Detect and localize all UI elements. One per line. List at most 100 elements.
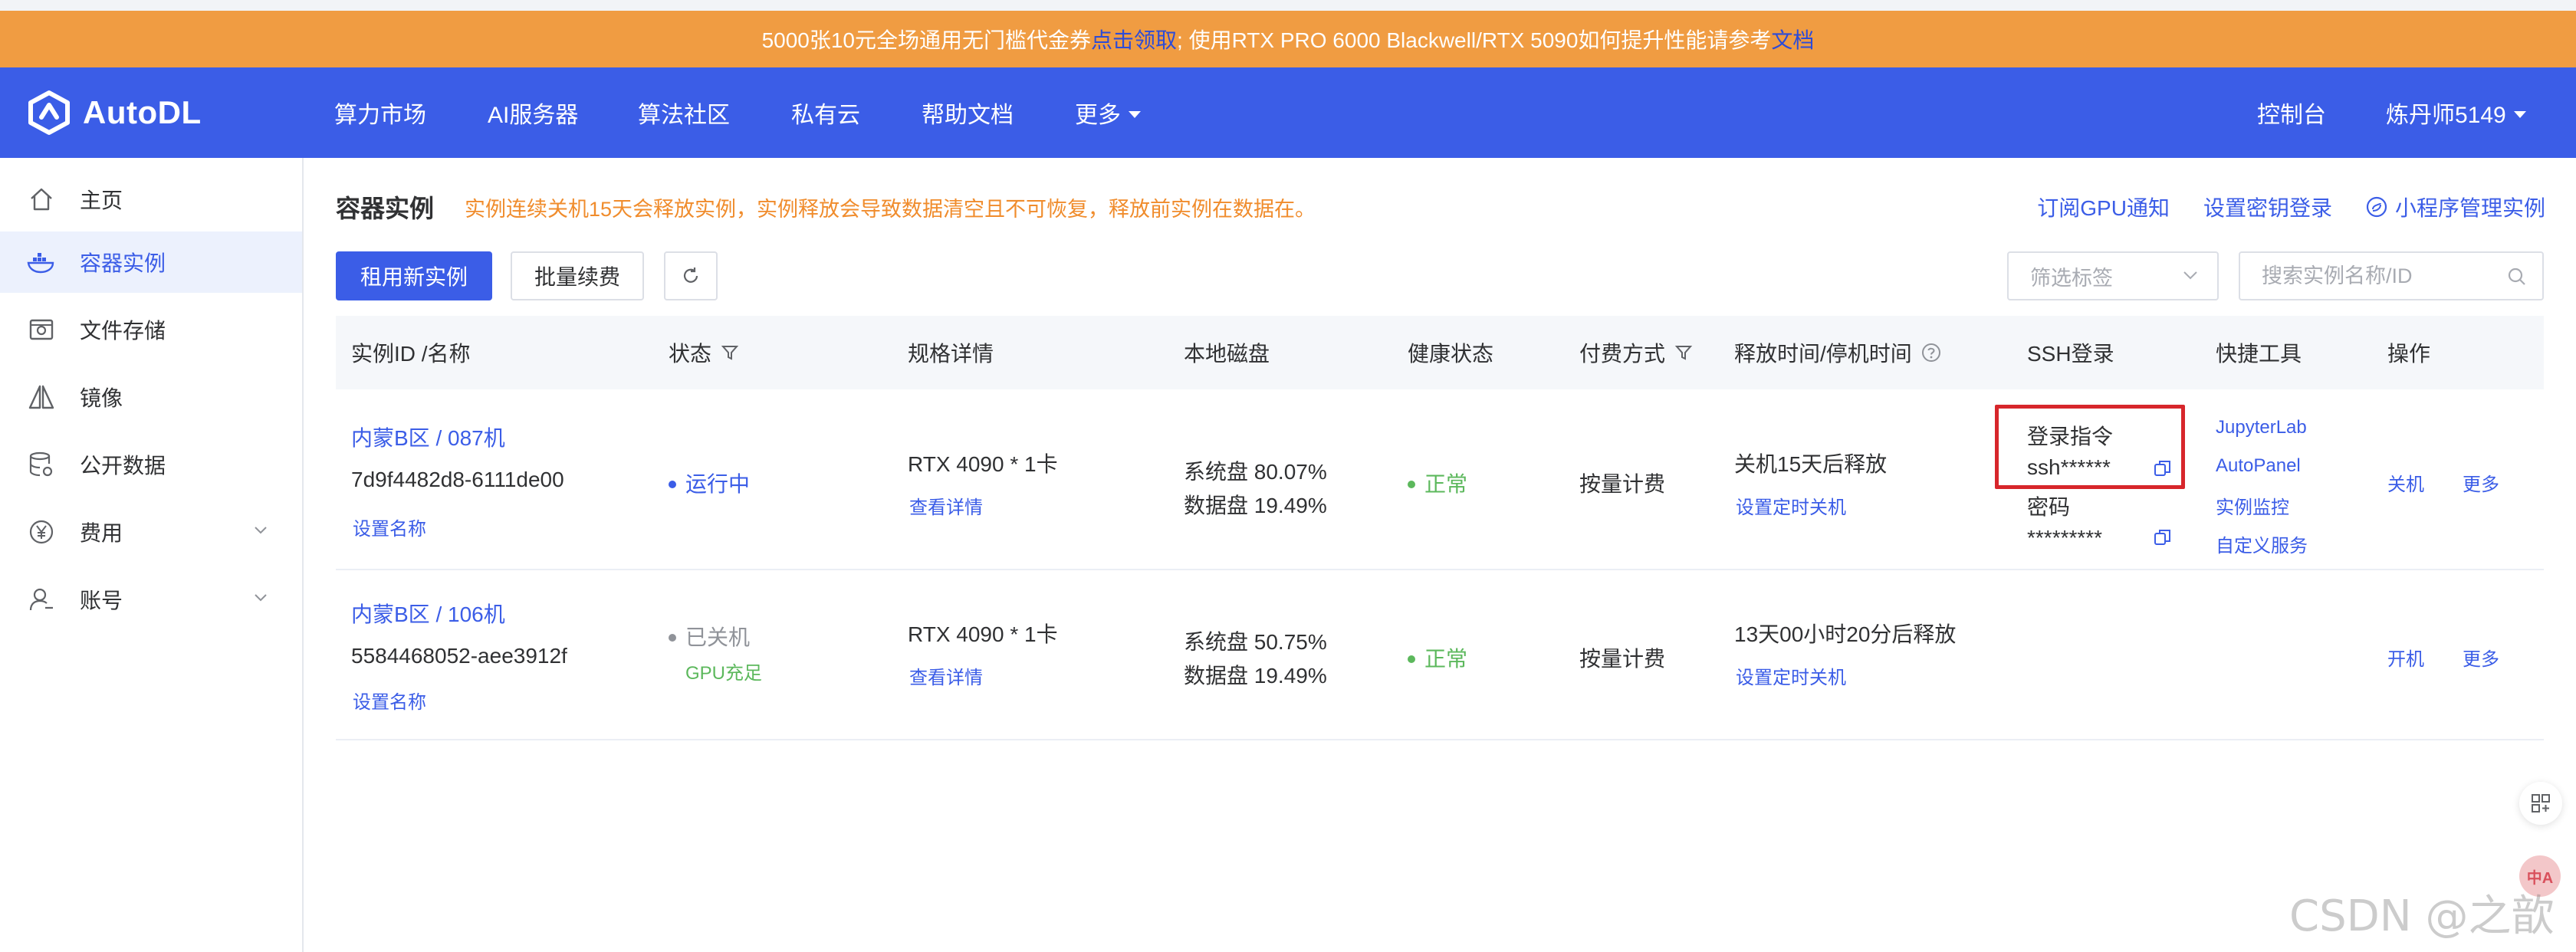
sidebar-item-storage[interactable]: 文件存储 [0,299,302,360]
status-badge: 运行中 [669,468,750,498]
nav-private-cloud[interactable]: 私有云 [791,67,860,158]
help-icon[interactable] [1921,343,1941,363]
table-header: 实例ID /名称 状态 规格详情 本地磁盘 健康状态 付费方式 释放时间/停机时… [336,316,2544,389]
chevron-down-icon [2183,271,2197,280]
apps-grid-icon [2532,794,2550,812]
set-timer-shutdown-link[interactable]: 设置定时关机 [1736,492,1846,519]
instance-name-link[interactable]: 内蒙B区 / 106机 [351,598,505,629]
nav-help-docs[interactable]: 帮助文档 [922,67,1014,158]
user-icon [26,584,57,615]
status-dot [669,480,676,488]
logo[interactable]: AutoDL [26,67,202,158]
ssh-key-login-link[interactable]: 设置密钥登录 [2203,192,2332,222]
header-id-name: 实例ID /名称 [351,342,471,366]
instance-name-link[interactable]: 内蒙B区 / 087机 [351,422,505,452]
subscribe-gpu-link[interactable]: 订阅GPU通知 [2037,192,2170,222]
header-tools: 快捷工具 [2216,342,2302,366]
user-name: 炼丹师5149 [2386,103,2506,128]
nav-more[interactable]: 更多 [1075,67,1141,158]
set-name-link[interactable]: 设置名称 [353,687,426,714]
header-spec: 规格详情 [908,342,994,366]
sidebar-item-label: 费用 [80,521,123,545]
table-row: 内蒙B区 / 087机 7d9f4482d8-6111de00 设置名称 运行中… [336,389,2544,570]
sidebar-item-label: 容器实例 [80,251,166,275]
sidebar-item-account[interactable]: 账号 [0,569,302,630]
search-icon [2508,268,2525,285]
health-dot [1408,655,1415,663]
copy-icon[interactable] [2153,458,2173,478]
chevron-down-icon [255,527,267,534]
release-warning: 实例连续关机15天会释放实例，实例释放会导致数据清空且不可恢复，释放前实例在数据… [465,197,1316,221]
more-actions-button[interactable]: 更多 [2463,644,2499,671]
instance-id: 7d9f4482d8-6111de00 [351,468,564,491]
release-time: 关机15天后释放 [1734,452,1888,476]
spec-text: RTX 4090 * 1卡 [908,622,1058,646]
health-status: 正常 [1408,642,1467,673]
sidebar-item-home[interactable]: 主页 [0,169,302,230]
miniprogram-link[interactable]: 小程序管理实例 [2366,192,2545,222]
system-disk: 系统盘 50.75% [1184,630,1327,654]
copy-icon[interactable] [2153,527,2173,547]
shutdown-button[interactable]: 关机 [2387,469,2424,496]
filter-icon[interactable] [721,343,739,362]
instance-search[interactable] [2239,251,2544,300]
filter-icon[interactable] [1674,343,1693,362]
billing-method: 按量计费 [1579,472,1666,496]
header-billing[interactable]: 付费方式 [1579,316,1693,389]
data-disk: 数据盘 19.49% [1184,664,1327,688]
ssh-command: ssh****** [2027,455,2111,479]
sidebar-item-images[interactable]: 镜像 [0,366,302,428]
tag-filter-placeholder: 筛选标签 [2030,266,2113,290]
status-badge: 已关机 [669,621,750,652]
password-label: 密码 [2027,495,2071,519]
start-button[interactable]: 开机 [2387,644,2424,671]
banner-claim-link[interactable]: 点击领取 [1091,24,1177,54]
set-name-link[interactable]: 设置名称 [353,514,426,540]
page-title: 容器实例 [336,195,435,222]
table-row: 内蒙B区 / 106机 5584468052-aee3912f 设置名称 已关机… [336,570,2544,740]
tool-monitor-link[interactable]: 实例监控 [2216,492,2289,519]
tag-filter-select[interactable]: 筛选标签 [2007,251,2219,300]
header-health: 健康状态 [1408,342,1494,366]
instance-id: 5584468052-aee3912f [351,644,567,668]
csdn-watermark: CSDN @之歆 [2289,891,2555,941]
refresh-button[interactable] [664,251,718,300]
floating-apps-button[interactable] [2519,782,2562,825]
nav-console[interactable]: 控制台 [2257,67,2326,158]
sidebar-item-label: 公开数据 [80,454,166,478]
tool-custom-service-link[interactable]: 自定义服务 [2216,530,2308,557]
banner-doc-link[interactable]: 文档 [1771,24,1814,54]
set-timer-shutdown-link[interactable]: 设置定时关机 [1736,662,1846,689]
more-actions-button[interactable]: 更多 [2463,469,2499,496]
spec-text: RTX 4090 * 1卡 [908,452,1058,476]
yen-icon [26,517,57,547]
header-ops: 操作 [2387,342,2431,366]
nav-compute-market[interactable]: 算力市场 [334,67,426,158]
tool-jupyterlab-link[interactable]: JupyterLab [2216,417,2307,438]
user-menu[interactable]: 炼丹师5149 [2386,67,2526,158]
sidebar-item-billing[interactable]: 费用 [0,501,302,563]
header-ssh: SSH登录 [2027,342,2114,366]
search-input[interactable] [2262,264,2507,288]
spec-details-link[interactable]: 查看详情 [909,492,983,519]
system-disk: 系统盘 80.07% [1184,460,1327,484]
header-billing-label: 付费方式 [1579,342,1666,366]
status-dot [669,633,676,642]
sidebar-item-containers[interactable]: 容器实例 [0,231,302,293]
header-status[interactable]: 状态 [669,316,739,389]
tool-autopanel-link[interactable]: AutoPanel [2216,455,2301,477]
nav-more-label: 更多 [1075,103,1121,128]
status-text: 已关机 [685,625,751,649]
sidebar-item-public-data[interactable]: 公开数据 [0,434,302,495]
banner-text: 5000张10元全场通用无门槛代金券 [761,28,1091,52]
nav-ai-server[interactable]: AI服务器 [488,67,578,158]
main-content: 容器实例 实例连续关机15天会释放实例，实例释放会导致数据清空且不可恢复，释放前… [304,158,2576,952]
new-instance-button[interactable]: 租用新实例 [336,251,492,300]
password-masked: ********* [2027,526,2103,550]
nav-algorithm-community[interactable]: 算法社区 [638,67,730,158]
sidebar-item-label: 文件存储 [80,319,166,343]
spec-details-link[interactable]: 查看详情 [909,662,983,689]
storage-icon [26,314,57,345]
release-time: 13天00小时20分后释放 [1734,622,1957,646]
batch-renew-button[interactable]: 批量续费 [511,251,644,300]
